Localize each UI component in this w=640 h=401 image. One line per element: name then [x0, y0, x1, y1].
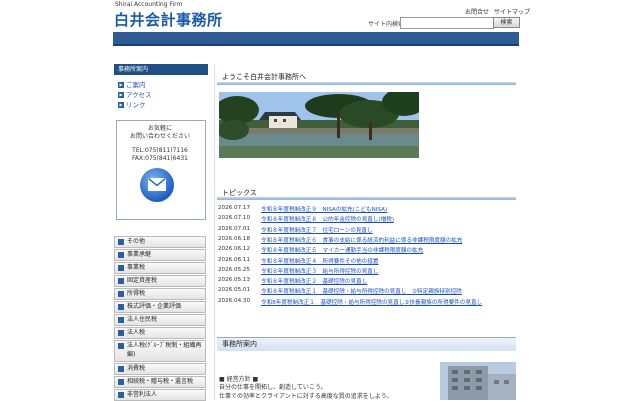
topic-date: 2026.05.01 [218, 287, 251, 294]
category-label: 法人住民税 [127, 316, 158, 323]
category-item[interactable]: 消費税 [114, 363, 206, 375]
square-bullet-icon [118, 303, 124, 310]
category-label: 法人税(ｸﾞﾙｰﾌﾟ税制・組織再編) [127, 342, 202, 358]
castle-photo [219, 92, 419, 158]
topic-date: 2026.07.10 [218, 215, 251, 222]
square-bullet-icon [118, 365, 124, 372]
sitemap-link[interactable]: サイトマップ [494, 9, 530, 16]
category-label: 株式評価・企業評価 [127, 303, 182, 310]
search-input[interactable] [400, 17, 494, 29]
square-bullet-icon [118, 264, 124, 271]
category-label: 非営利法人 [127, 391, 158, 398]
contact-link[interactable]: お問合せ [465, 9, 489, 16]
contact-note-text: お気軽に お問い合わせください [129, 125, 190, 140]
policy-line: 仕事での効率とクライアントに対する高度な質の追求をしよう。 [219, 393, 393, 400]
category-label: その他 [127, 238, 146, 245]
category-label: 法人税 [127, 329, 146, 336]
topic-date: 2026.07.17 [218, 205, 251, 211]
sidebar-item-access[interactable]: ▶ アクセス [118, 89, 152, 99]
topic-link[interactable]: 令和８年度税制改正３ 給与所得控除の見直し [261, 267, 378, 275]
category-label: 消費税 [127, 365, 146, 372]
category-item[interactable]: 株式評価・企業評価 [114, 301, 206, 313]
category-item[interactable]: 相続税・贈与税・遺言税 [114, 376, 206, 388]
category-label: 事業税 [127, 264, 146, 271]
square-bullet-icon [118, 316, 124, 323]
policy-line: 自分の仕事を開拓し、創造していこう。 [219, 384, 327, 391]
square-bullet-icon [118, 378, 124, 385]
contact-note: お気軽に お問い合わせください [118, 125, 202, 141]
search-label: サイト内検索 [368, 21, 405, 28]
sidebar-item-links[interactable]: ▶ リンク [118, 99, 146, 109]
category-item[interactable]: 事業承継 [114, 249, 206, 261]
topic-date: 2026.06.11 [218, 256, 251, 263]
header-bar-stripe [113, 44, 519, 46]
top-links: お問合せ サイトマップ [462, 7, 530, 16]
sidebar-item-guide[interactable]: ▶ ご案内 [118, 79, 146, 89]
topic-date: 2026.06.18 [218, 235, 251, 242]
sidebar-item-label: リンク [126, 101, 146, 109]
topic-link[interactable]: 令和８年度税制改正７ 住宅ローンの見直し [261, 226, 373, 234]
mail-icon[interactable] [140, 168, 174, 202]
category-item[interactable]: 非営利法人 [114, 389, 206, 401]
topic-link[interactable]: 令和８年度税制改正１ 基礎控除・給与所得控除の見直し ②特定親族特別控除 [261, 287, 462, 295]
topic-date: 2026.05.25 [218, 266, 251, 273]
square-bullet-icon [118, 290, 124, 297]
topic-date: 2026.04.30 [218, 297, 251, 304]
arrow-right-icon: ▶ [118, 82, 124, 88]
office-title: 事務所案内 [222, 340, 257, 348]
topic-date: 2026.05.13 [218, 277, 251, 284]
category-item[interactable]: 固定資産税 [114, 275, 206, 287]
square-bullet-icon [118, 277, 124, 284]
topic-link[interactable]: 令和８年度税制改正５ マイカー通勤手当の非課税限度額の拡充 [261, 246, 423, 254]
square-bullet-icon [118, 342, 124, 349]
topic-link[interactable]: 令和８年度税制改正９ NISAの拡充(こどもNISA) [261, 205, 387, 213]
category-item[interactable]: 法人住民税 [114, 314, 206, 326]
site-logo[interactable]: 白井会計事務所 [114, 9, 223, 30]
welcome-title: ようこそ白井会計事務所へ [222, 73, 306, 81]
category-item[interactable]: 法人税 [114, 327, 206, 339]
topic-link[interactable]: 令和８年度税制改正８ 公的年金控除の見直し(増税) [261, 215, 394, 223]
topic-link[interactable]: 令和８年度税制改正４ 所得要件その他の措置 [261, 257, 378, 265]
square-bullet-icon [118, 329, 124, 336]
category-label: 事業承継 [127, 251, 152, 258]
building-photo [440, 362, 516, 400]
fax-number: FAX:075(841)6431 [132, 155, 188, 162]
sidebar-title: 事務所案内 [114, 64, 208, 75]
category-item[interactable]: その他 [114, 236, 206, 248]
section-rule [217, 197, 516, 200]
square-bullet-icon [118, 251, 124, 258]
category-label: 所得税 [127, 290, 146, 297]
topic-link[interactable]: 令和8年度税制改正１ 基礎控除・給与所得控除の見直し②扶養親族の所得要件の見直し [261, 298, 482, 306]
category-label: 固定資産税 [127, 277, 158, 284]
phone-number: TEL:075(811)7116 [132, 147, 188, 154]
category-label: 相続税・贈与税・遺言税 [127, 378, 194, 385]
arrow-right-icon: ▶ [118, 102, 124, 108]
category-item[interactable]: 法人税(ｸﾞﾙｰﾌﾟ税制・組織再編) [114, 340, 206, 362]
square-bullet-icon [118, 391, 124, 398]
topic-date: 2026.06.12 [218, 246, 251, 253]
topic-link[interactable]: 令和８年度税制改正６ 食事の支給に係る経済的利益に係る非課税限度額の拡充 [261, 236, 462, 244]
search-button[interactable]: 検索 [493, 17, 520, 28]
site-tagline: Shirai Accounting Firm [115, 1, 183, 8]
topic-link[interactable]: 令和８年度税制改正２ 基礎控除の見直し [261, 277, 367, 285]
sidebar-item-label: アクセス [126, 91, 152, 99]
square-bullet-icon [118, 238, 124, 245]
category-item[interactable]: 事業税 [114, 262, 206, 274]
sidebar-item-label: ご案内 [126, 81, 146, 89]
office-section-bar [217, 337, 516, 351]
topic-date: 2026.07.01 [218, 225, 251, 232]
arrow-right-icon: ▶ [118, 92, 124, 98]
section-rule [217, 82, 516, 85]
category-item[interactable]: 所得税 [114, 288, 206, 300]
